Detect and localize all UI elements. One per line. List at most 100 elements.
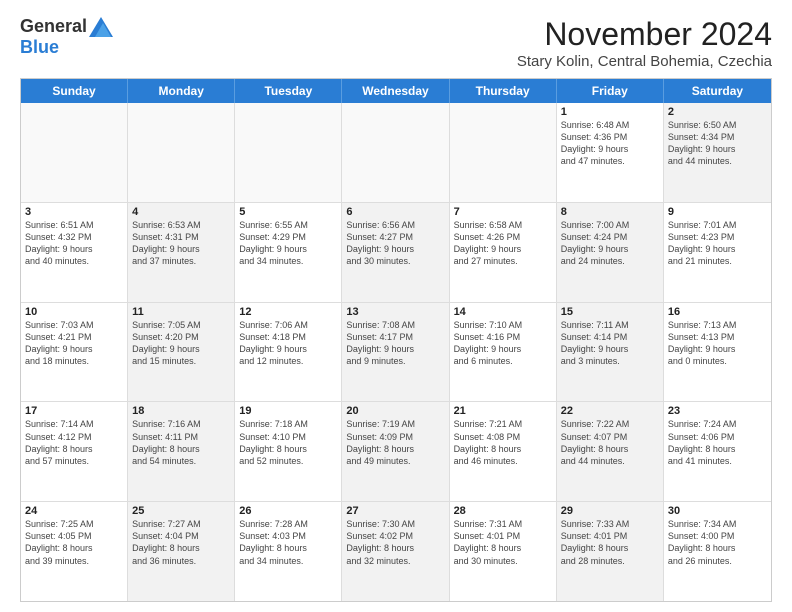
day-info: Sunrise: 7:31 AM Sunset: 4:01 PM Dayligh… — [454, 518, 552, 567]
calendar-cell: 22Sunrise: 7:22 AM Sunset: 4:07 PM Dayli… — [557, 402, 664, 501]
calendar-cell: 12Sunrise: 7:06 AM Sunset: 4:18 PM Dayli… — [235, 303, 342, 402]
day-number: 5 — [239, 206, 337, 218]
header-day-wednesday: Wednesday — [342, 79, 449, 103]
day-info: Sunrise: 7:19 AM Sunset: 4:09 PM Dayligh… — [346, 418, 444, 467]
day-info: Sunrise: 6:53 AM Sunset: 4:31 PM Dayligh… — [132, 219, 230, 268]
day-info: Sunrise: 6:58 AM Sunset: 4:26 PM Dayligh… — [454, 219, 552, 268]
calendar-cell: 20Sunrise: 7:19 AM Sunset: 4:09 PM Dayli… — [342, 402, 449, 501]
day-info: Sunrise: 7:01 AM Sunset: 4:23 PM Dayligh… — [668, 219, 767, 268]
day-number: 23 — [668, 405, 767, 417]
calendar-cell: 24Sunrise: 7:25 AM Sunset: 4:05 PM Dayli… — [21, 502, 128, 601]
day-number: 17 — [25, 405, 123, 417]
day-number: 25 — [132, 505, 230, 517]
calendar-cell: 6Sunrise: 6:56 AM Sunset: 4:27 PM Daylig… — [342, 203, 449, 302]
header-day-saturday: Saturday — [664, 79, 771, 103]
title-block: November 2024 Stary Kolin, Central Bohem… — [517, 16, 772, 70]
page: General Blue November 2024 Stary Kolin, … — [0, 0, 792, 612]
calendar-cell: 5Sunrise: 6:55 AM Sunset: 4:29 PM Daylig… — [235, 203, 342, 302]
header-day-friday: Friday — [557, 79, 664, 103]
calendar-cell: 19Sunrise: 7:18 AM Sunset: 4:10 PM Dayli… — [235, 402, 342, 501]
day-info: Sunrise: 7:06 AM Sunset: 4:18 PM Dayligh… — [239, 319, 337, 368]
calendar-row-0: 1Sunrise: 6:48 AM Sunset: 4:36 PM Daylig… — [21, 103, 771, 203]
day-number: 21 — [454, 405, 552, 417]
month-title: November 2024 — [517, 16, 772, 53]
day-info: Sunrise: 7:16 AM Sunset: 4:11 PM Dayligh… — [132, 418, 230, 467]
day-info: Sunrise: 7:21 AM Sunset: 4:08 PM Dayligh… — [454, 418, 552, 467]
day-info: Sunrise: 7:00 AM Sunset: 4:24 PM Dayligh… — [561, 219, 659, 268]
calendar-cell: 30Sunrise: 7:34 AM Sunset: 4:00 PM Dayli… — [664, 502, 771, 601]
calendar-cell: 23Sunrise: 7:24 AM Sunset: 4:06 PM Dayli… — [664, 402, 771, 501]
day-number: 9 — [668, 206, 767, 218]
day-info: Sunrise: 7:34 AM Sunset: 4:00 PM Dayligh… — [668, 518, 767, 567]
calendar-cell: 15Sunrise: 7:11 AM Sunset: 4:14 PM Dayli… — [557, 303, 664, 402]
day-info: Sunrise: 6:50 AM Sunset: 4:34 PM Dayligh… — [668, 119, 767, 168]
calendar-cell — [21, 103, 128, 202]
calendar-cell: 7Sunrise: 6:58 AM Sunset: 4:26 PM Daylig… — [450, 203, 557, 302]
day-info: Sunrise: 7:13 AM Sunset: 4:13 PM Dayligh… — [668, 319, 767, 368]
calendar-cell: 21Sunrise: 7:21 AM Sunset: 4:08 PM Dayli… — [450, 402, 557, 501]
calendar-row-2: 10Sunrise: 7:03 AM Sunset: 4:21 PM Dayli… — [21, 303, 771, 403]
day-info: Sunrise: 7:22 AM Sunset: 4:07 PM Dayligh… — [561, 418, 659, 467]
day-number: 15 — [561, 306, 659, 318]
day-number: 19 — [239, 405, 337, 417]
day-number: 18 — [132, 405, 230, 417]
day-info: Sunrise: 6:48 AM Sunset: 4:36 PM Dayligh… — [561, 119, 659, 168]
day-number: 29 — [561, 505, 659, 517]
location: Stary Kolin, Central Bohemia, Czechia — [517, 53, 772, 70]
calendar-cell: 14Sunrise: 7:10 AM Sunset: 4:16 PM Dayli… — [450, 303, 557, 402]
calendar-cell: 9Sunrise: 7:01 AM Sunset: 4:23 PM Daylig… — [664, 203, 771, 302]
calendar-cell: 11Sunrise: 7:05 AM Sunset: 4:20 PM Dayli… — [128, 303, 235, 402]
day-number: 10 — [25, 306, 123, 318]
calendar-cell: 3Sunrise: 6:51 AM Sunset: 4:32 PM Daylig… — [21, 203, 128, 302]
calendar-cell: 18Sunrise: 7:16 AM Sunset: 4:11 PM Dayli… — [128, 402, 235, 501]
calendar-cell: 2Sunrise: 6:50 AM Sunset: 4:34 PM Daylig… — [664, 103, 771, 202]
day-number: 24 — [25, 505, 123, 517]
calendar-header: SundayMondayTuesdayWednesdayThursdayFrid… — [21, 79, 771, 103]
calendar-cell — [235, 103, 342, 202]
day-info: Sunrise: 7:18 AM Sunset: 4:10 PM Dayligh… — [239, 418, 337, 467]
logo-icon — [89, 17, 113, 37]
day-number: 6 — [346, 206, 444, 218]
day-number: 14 — [454, 306, 552, 318]
day-number: 22 — [561, 405, 659, 417]
calendar-cell: 4Sunrise: 6:53 AM Sunset: 4:31 PM Daylig… — [128, 203, 235, 302]
calendar-cell: 10Sunrise: 7:03 AM Sunset: 4:21 PM Dayli… — [21, 303, 128, 402]
day-number: 27 — [346, 505, 444, 517]
day-info: Sunrise: 7:05 AM Sunset: 4:20 PM Dayligh… — [132, 319, 230, 368]
calendar: SundayMondayTuesdayWednesdayThursdayFrid… — [20, 78, 772, 602]
day-number: 11 — [132, 306, 230, 318]
logo-blue: Blue — [20, 37, 59, 58]
calendar-cell: 28Sunrise: 7:31 AM Sunset: 4:01 PM Dayli… — [450, 502, 557, 601]
header-day-tuesday: Tuesday — [235, 79, 342, 103]
logo-general: General — [20, 16, 87, 37]
day-number: 28 — [454, 505, 552, 517]
calendar-cell — [342, 103, 449, 202]
day-info: Sunrise: 7:10 AM Sunset: 4:16 PM Dayligh… — [454, 319, 552, 368]
calendar-cell — [128, 103, 235, 202]
day-number: 1 — [561, 106, 659, 118]
day-number: 12 — [239, 306, 337, 318]
day-number: 26 — [239, 505, 337, 517]
calendar-cell — [450, 103, 557, 202]
day-number: 3 — [25, 206, 123, 218]
calendar-row-3: 17Sunrise: 7:14 AM Sunset: 4:12 PM Dayli… — [21, 402, 771, 502]
day-number: 7 — [454, 206, 552, 218]
calendar-cell: 29Sunrise: 7:33 AM Sunset: 4:01 PM Dayli… — [557, 502, 664, 601]
day-info: Sunrise: 7:25 AM Sunset: 4:05 PM Dayligh… — [25, 518, 123, 567]
day-number: 2 — [668, 106, 767, 118]
calendar-cell: 8Sunrise: 7:00 AM Sunset: 4:24 PM Daylig… — [557, 203, 664, 302]
header-day-monday: Monday — [128, 79, 235, 103]
day-info: Sunrise: 7:11 AM Sunset: 4:14 PM Dayligh… — [561, 319, 659, 368]
header-day-thursday: Thursday — [450, 79, 557, 103]
header-day-sunday: Sunday — [21, 79, 128, 103]
calendar-cell: 17Sunrise: 7:14 AM Sunset: 4:12 PM Dayli… — [21, 402, 128, 501]
calendar-cell: 16Sunrise: 7:13 AM Sunset: 4:13 PM Dayli… — [664, 303, 771, 402]
calendar-cell: 1Sunrise: 6:48 AM Sunset: 4:36 PM Daylig… — [557, 103, 664, 202]
day-info: Sunrise: 6:56 AM Sunset: 4:27 PM Dayligh… — [346, 219, 444, 268]
day-info: Sunrise: 7:08 AM Sunset: 4:17 PM Dayligh… — [346, 319, 444, 368]
calendar-cell: 25Sunrise: 7:27 AM Sunset: 4:04 PM Dayli… — [128, 502, 235, 601]
calendar-cell: 13Sunrise: 7:08 AM Sunset: 4:17 PM Dayli… — [342, 303, 449, 402]
calendar-row-4: 24Sunrise: 7:25 AM Sunset: 4:05 PM Dayli… — [21, 502, 771, 601]
day-info: Sunrise: 7:03 AM Sunset: 4:21 PM Dayligh… — [25, 319, 123, 368]
day-info: Sunrise: 7:24 AM Sunset: 4:06 PM Dayligh… — [668, 418, 767, 467]
